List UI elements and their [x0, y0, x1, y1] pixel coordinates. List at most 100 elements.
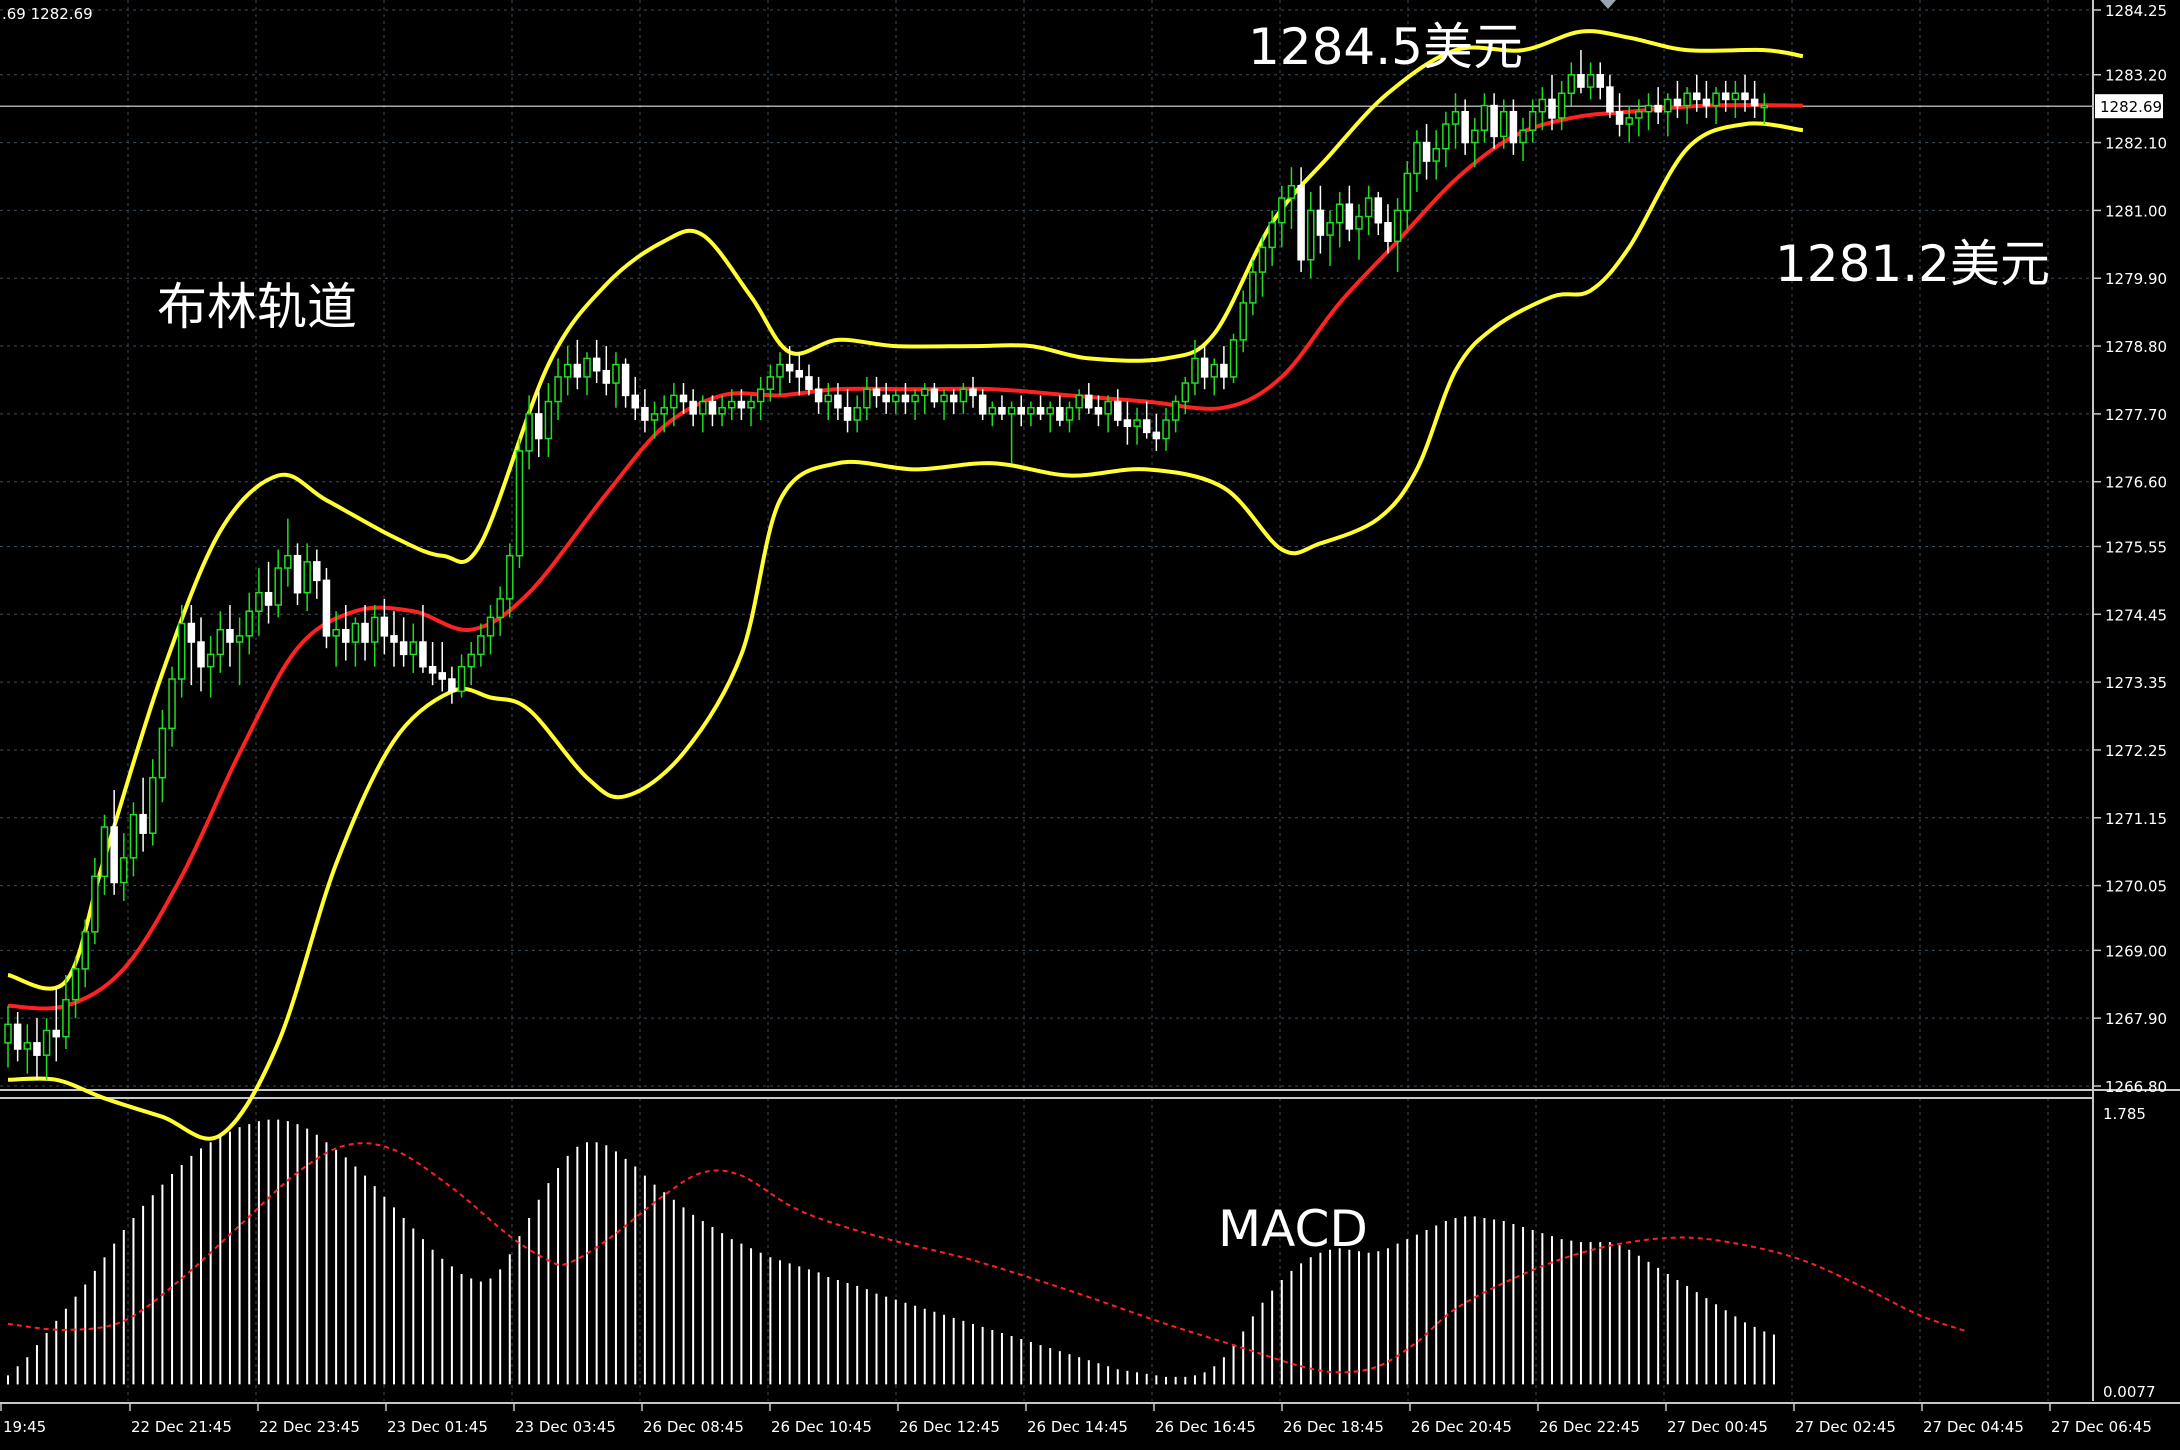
candle-body: [226, 628, 234, 643]
candle-body: [438, 672, 446, 680]
time-tick-label: 26 Dec 18:45: [1283, 1418, 1384, 1436]
candle-body: [1712, 92, 1720, 107]
price-tick-label: 1272.25: [2105, 742, 2167, 760]
candle-body: [1374, 197, 1383, 224]
candle-body: [1654, 104, 1662, 113]
candle-body: [274, 567, 282, 606]
candle-body: [1191, 357, 1199, 384]
candle-body: [71, 968, 80, 1001]
candle-body: [62, 998, 70, 1038]
candle-body: [1528, 110, 1537, 131]
candle-body: [1056, 406, 1064, 421]
candle-body: [853, 406, 861, 421]
candle-body: [563, 363, 572, 378]
candle-body: [1075, 394, 1083, 409]
candle-body: [1278, 197, 1286, 224]
candle-body: [206, 653, 215, 668]
candle-body: [679, 394, 688, 403]
candle-body: [1007, 406, 1016, 415]
candle-body: [872, 388, 881, 397]
candle-body: [785, 363, 794, 372]
candle-body: [515, 450, 524, 557]
time-tick-label: 27 Dec 06:45: [2051, 1418, 2152, 1436]
price-tick-label: 1283.20: [2105, 67, 2167, 85]
candle-body: [1326, 221, 1334, 236]
candle-body: [1557, 92, 1566, 119]
candle-body: [728, 400, 736, 409]
macd-min-label: 0.0077: [2103, 1383, 2156, 1401]
candle-body: [1210, 363, 1218, 378]
candle-body: [177, 622, 186, 680]
candle-body: [1721, 92, 1730, 101]
price-tick-label: 1267.90: [2105, 1010, 2167, 1028]
candle-body: [100, 826, 109, 878]
candle-body: [583, 357, 591, 378]
candle-body: [1094, 406, 1103, 415]
candle-body: [1181, 382, 1190, 403]
time-tick-label: 26 Dec 16:45: [1155, 1418, 1256, 1436]
candle-body: [486, 616, 495, 637]
candle-body: [1258, 246, 1267, 273]
candle-body: [120, 857, 128, 884]
candle-body: [284, 554, 292, 569]
candle-body: [23, 1042, 32, 1050]
candle-body: [1683, 92, 1691, 107]
candle-body: [139, 813, 147, 834]
candle-body: [766, 376, 775, 390]
candle-body: [592, 357, 601, 372]
candle-body: [1085, 394, 1093, 409]
candle-body: [621, 363, 630, 397]
candle-body: [1152, 431, 1161, 440]
price-tick-label: 1274.45: [2105, 606, 2167, 624]
candle-body: [1673, 98, 1682, 107]
macd-max-label: 1.785: [2103, 1105, 2146, 1123]
candle-body: [1461, 110, 1469, 144]
candle-body: [1142, 419, 1151, 434]
candle-body: [756, 388, 765, 403]
time-tick-label: 22 Dec 21:45: [131, 1418, 232, 1436]
candle-body: [892, 394, 900, 403]
candle-body: [1027, 406, 1035, 415]
chart-canvas: 1284.25 1283.20 1282.10 1281.00 1279.90 1278.…: [0, 0, 2180, 1450]
candle-body: [1644, 104, 1653, 113]
candle-body: [1114, 400, 1122, 421]
candle-body: [1316, 209, 1325, 236]
candle-body: [245, 610, 253, 637]
candle-body: [959, 388, 968, 403]
candle-body: [168, 678, 176, 730]
candle-body: [1519, 129, 1527, 144]
price-tick-label: 1279.90: [2105, 270, 2167, 288]
time-tick-label: 26 Dec 12:45: [899, 1418, 1000, 1436]
candle-body: [1693, 92, 1701, 101]
candle-body: [1500, 110, 1508, 138]
price-tick-label: 1282.10: [2105, 135, 2167, 153]
price-tick-label: 1277.70: [2105, 406, 2167, 424]
candle-body: [1036, 406, 1045, 415]
candle-body: [264, 591, 273, 606]
candle-body: [1133, 419, 1141, 427]
candle-body: [1413, 141, 1421, 175]
candle-body: [52, 1029, 60, 1038]
candle-body: [1702, 98, 1711, 107]
candlestick: [1229, 333, 1238, 384]
candle-body: [1268, 221, 1276, 249]
candle-body: [670, 394, 678, 409]
candle-body: [419, 641, 427, 668]
candle-body: [737, 400, 746, 409]
candle-body: [699, 400, 707, 415]
candle-body: [863, 388, 871, 409]
candle-body: [91, 875, 99, 933]
time-tick-label: 26 Dec 22:45: [1539, 1418, 1640, 1436]
candle-body: [1577, 73, 1585, 88]
candle-body: [467, 653, 475, 668]
price-tick-label: 1269.00: [2105, 942, 2167, 960]
candle-body: [448, 678, 456, 693]
candle-body: [1480, 104, 1489, 131]
time-tick-label: 26 Dec 08:45: [643, 1418, 744, 1436]
bollinger-title: 布林轨道: [157, 278, 357, 336]
candle-body: [1239, 302, 1247, 341]
candle-body: [351, 622, 360, 643]
candle-body: [631, 394, 639, 409]
candle-body: [1586, 73, 1595, 88]
candle-body: [978, 394, 987, 415]
